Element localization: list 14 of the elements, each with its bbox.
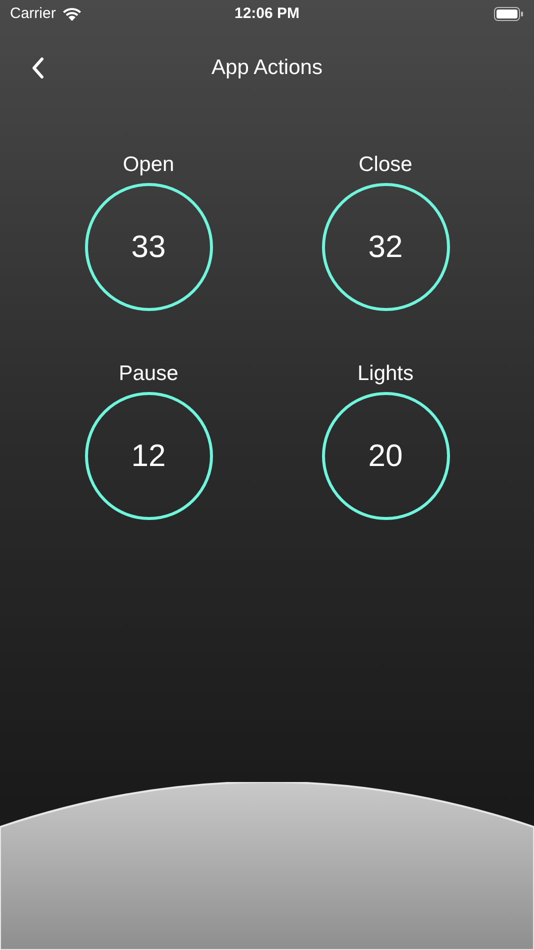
back-icon [31,57,45,79]
action-label: Close [358,152,412,178]
action-counter-button[interactable]: 12 [84,392,212,520]
action-counter-button[interactable]: 33 [84,183,212,311]
page-title: App Actions [212,55,322,82]
carrier-text: Carrier [10,4,56,24]
action-label: Pause [118,361,178,387]
time-text: 12:06 PM [234,4,300,24]
wifi-icon [62,7,82,21]
action-counter-button[interactable]: 20 [322,392,450,520]
battery-icon [494,7,524,21]
action-label: Lights [357,361,414,387]
action-counter-button[interactable]: 32 [322,183,450,311]
action-label: Open [122,152,174,178]
